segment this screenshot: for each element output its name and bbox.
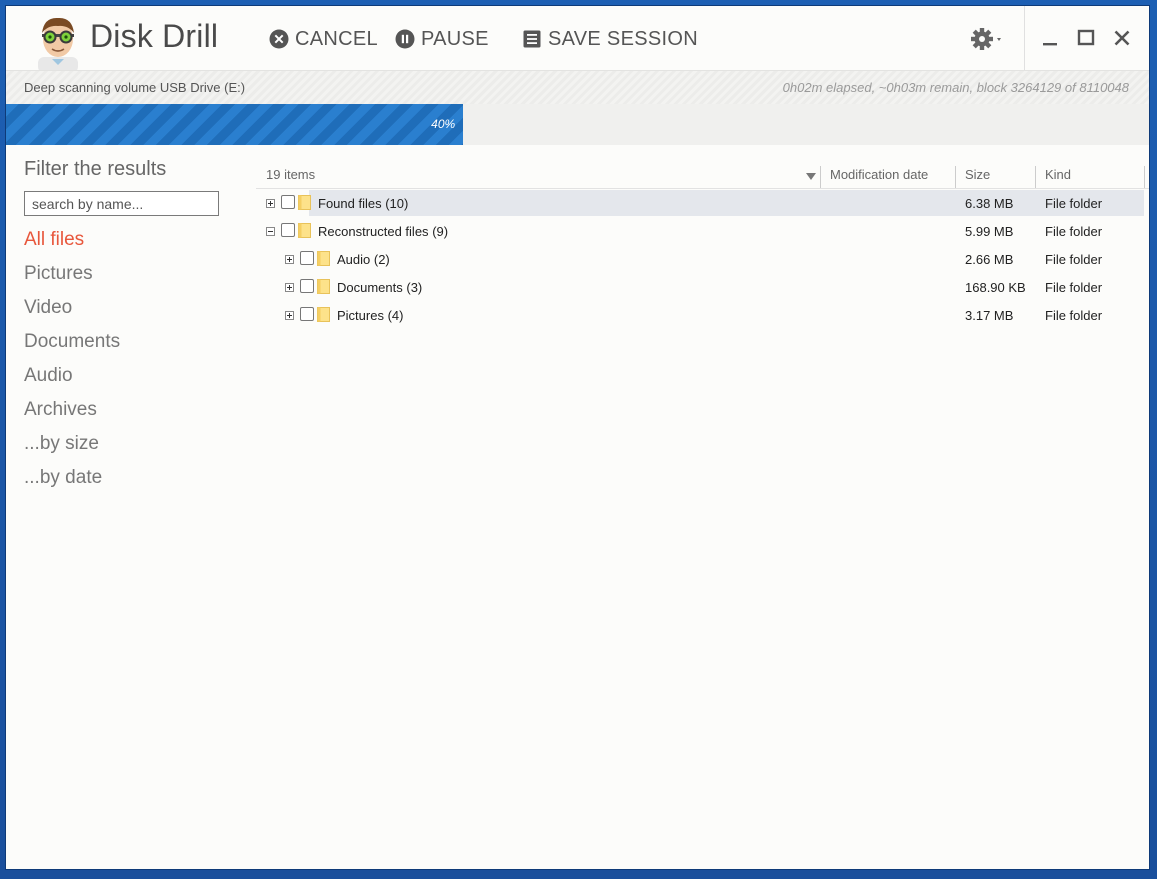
row-highlight (309, 190, 1144, 216)
table-row[interactable]: Audio (2) 2.66 MB File folder (256, 245, 1149, 273)
row-checkbox[interactable] (300, 251, 314, 265)
column-separator[interactable] (1144, 166, 1145, 188)
category-item[interactable]: Documents (24, 329, 224, 363)
row-name-text: Pictures (337, 308, 384, 323)
collapse-icon[interactable] (266, 227, 275, 236)
minimize-icon[interactable] (1038, 26, 1062, 50)
table-row[interactable]: Reconstructed files (9) 5.99 MB File folde… (256, 217, 1149, 245)
row-size: 3.17 MB (965, 308, 1014, 323)
row-name-text: Reconstructed files (318, 224, 429, 239)
mascot-logo-icon (38, 17, 78, 71)
row-name-text: Audio (337, 252, 371, 267)
filter-title: Filter the results (24, 158, 167, 180)
column-separator[interactable] (955, 166, 956, 188)
expand-icon[interactable] (285, 283, 294, 292)
column-separator[interactable] (1035, 166, 1036, 188)
save-session-icon (523, 30, 541, 48)
category-list: All files Pictures Video Documents Audio Arch… (24, 227, 224, 499)
row-size: 6.38 MB (965, 196, 1014, 211)
sort-dropdown-icon[interactable] (806, 173, 816, 180)
row-name: Audio (2) (337, 252, 390, 267)
column-size[interactable]: Size (965, 167, 990, 182)
expand-icon[interactable] (266, 199, 275, 208)
row-count: (9) (432, 224, 449, 239)
table-row[interactable]: Documents (3) 168.90 KB File folder (256, 273, 1149, 301)
expand-icon[interactable] (285, 255, 294, 264)
folder-icon (298, 223, 311, 238)
row-name: Pictures (4) (337, 308, 403, 323)
table-body: Found files (10) 6.38 MB File folder Recons… (256, 189, 1149, 329)
row-name: Documents (3) (337, 280, 422, 295)
pause-button[interactable]: PAUSE (395, 26, 489, 52)
row-checkbox[interactable] (281, 195, 295, 209)
row-count: (3) (406, 280, 423, 295)
scan-status-text: Deep scanning volume USB Drive (E:) (24, 80, 246, 95)
progress-percent: 40% (431, 117, 456, 131)
pause-icon (395, 29, 415, 49)
row-size: 168.90 KB (965, 280, 1026, 295)
category-item[interactable]: ...by date (24, 465, 224, 499)
search-input[interactable] (24, 191, 219, 216)
row-kind: File folder (1045, 308, 1103, 323)
row-kind: File folder (1045, 196, 1103, 211)
settings-gear-icon[interactable] (970, 26, 1006, 52)
table-row[interactable]: Found files (10) 6.38 MB File folder (256, 189, 1149, 217)
row-name-text: Documents (337, 280, 403, 295)
scan-status-bar: Deep scanning volume USB Drive (E:) 0h02… (6, 70, 1149, 105)
app-title: Disk Drill (90, 18, 219, 54)
window-controls-divider (1024, 6, 1025, 70)
scan-progress-bar: 40% (6, 104, 1149, 145)
category-item[interactable]: Archives (24, 397, 224, 431)
scan-progress-details: 0h02m elapsed, ~0h03m remain, block 3264… (782, 80, 1129, 95)
header: Disk Drill CANCEL PAUSE SAVE SESSION (6, 6, 1149, 71)
row-kind: File folder (1045, 224, 1103, 239)
cancel-icon (269, 29, 289, 49)
row-count: (4) (387, 308, 404, 323)
category-item[interactable]: All files (24, 227, 224, 261)
maximize-icon[interactable] (1074, 26, 1098, 50)
row-checkbox[interactable] (300, 279, 314, 293)
save-session-button[interactable]: SAVE SESSION (522, 26, 698, 52)
row-checkbox[interactable] (300, 307, 314, 321)
row-checkbox[interactable] (281, 223, 295, 237)
app-window: Disk Drill CANCEL PAUSE SAVE SESSION Dee… (6, 6, 1149, 869)
folder-icon (298, 195, 311, 210)
row-size: 5.99 MB (965, 224, 1014, 239)
row-count: (10) (385, 196, 409, 211)
table-row[interactable]: Pictures (4) 3.17 MB File folder (256, 301, 1149, 329)
progress-fill: 40% (6, 104, 464, 145)
row-size: 2.66 MB (965, 252, 1014, 267)
row-name-text: Found files (318, 196, 382, 211)
column-kind[interactable]: Kind (1045, 167, 1071, 182)
cancel-button[interactable]: CANCEL (269, 26, 378, 52)
row-kind: File folder (1045, 252, 1103, 267)
items-count: 19 items (266, 167, 316, 182)
row-name: Found files (10) (318, 196, 408, 211)
cancel-label: CANCEL (295, 27, 378, 50)
row-kind: File folder (1045, 280, 1103, 295)
category-item[interactable]: Pictures (24, 261, 224, 295)
category-item[interactable]: Video (24, 295, 224, 329)
column-separator[interactable] (820, 166, 821, 188)
row-name: Reconstructed files (9) (318, 224, 448, 239)
folder-icon (317, 307, 330, 322)
category-item[interactable]: Audio (24, 363, 224, 397)
results-table: 19 items Modification date Size Kind Fou… (256, 162, 1149, 329)
row-count: (2) (373, 252, 390, 267)
filter-sidebar: Filter the results All filesPicturesVide… (24, 156, 224, 499)
expand-icon[interactable] (285, 311, 294, 320)
folder-icon (317, 251, 330, 266)
column-modification-date[interactable]: Modification date (830, 167, 928, 182)
folder-icon (317, 279, 330, 294)
category-item[interactable]: ...by size (24, 431, 224, 465)
save-session-label: SAVE SESSION (548, 27, 698, 50)
table-header: 19 items Modification date Size Kind (256, 162, 1149, 189)
pause-label: PAUSE (421, 27, 489, 50)
close-icon[interactable] (1110, 26, 1134, 50)
